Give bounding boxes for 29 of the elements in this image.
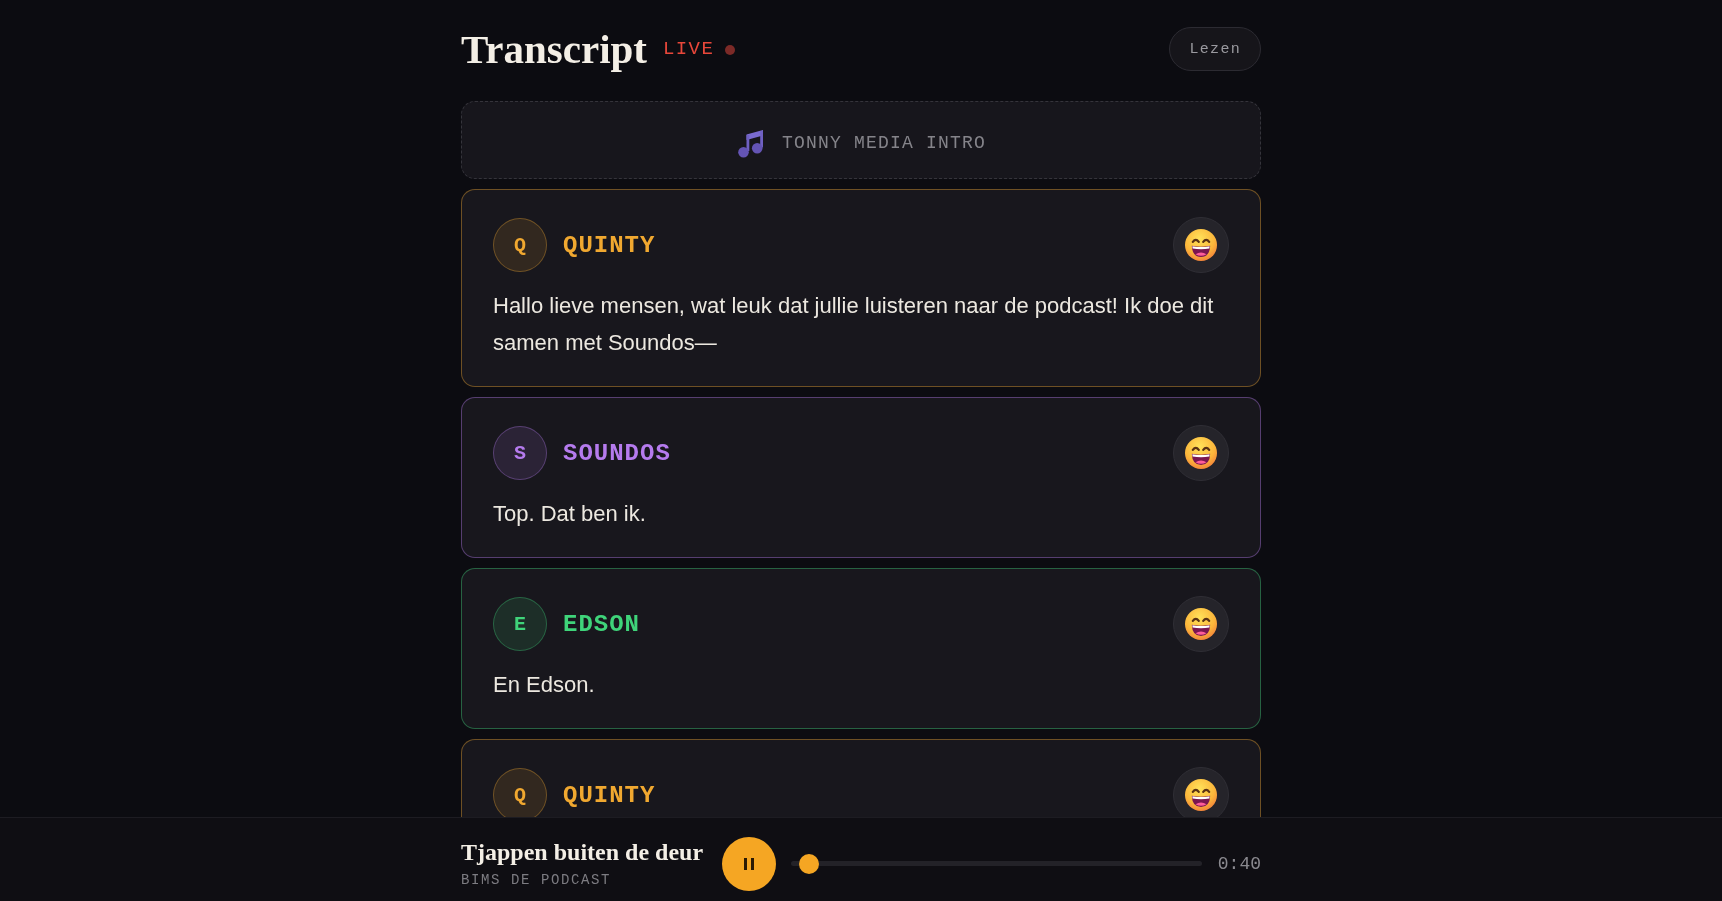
grinning-face-icon bbox=[1185, 608, 1217, 640]
grinning-face-icon bbox=[1185, 437, 1217, 469]
speaker-name: EDSON bbox=[563, 610, 640, 638]
music-note-icon bbox=[736, 128, 766, 158]
transcript-text: Top. Dat ben ik. bbox=[493, 500, 647, 528]
read-button[interactable]: Lezen bbox=[1169, 27, 1261, 71]
grinning-face-icon bbox=[1185, 779, 1217, 811]
pause-icon bbox=[744, 857, 755, 870]
speaker-avatar: E bbox=[493, 597, 547, 651]
speaker-name: QUINTY bbox=[563, 231, 656, 259]
page-title: Transcript bbox=[461, 25, 647, 74]
speaker-avatar: Q bbox=[493, 218, 547, 272]
transcript-text: En Edson. bbox=[493, 671, 596, 699]
reaction-button[interactable] bbox=[1173, 425, 1229, 481]
grinning-face-icon bbox=[1185, 229, 1217, 261]
live-label: LIVE bbox=[663, 37, 715, 61]
episode-title: Tjappen buiten de deur bbox=[461, 838, 704, 865]
speaker-avatar: S bbox=[493, 426, 547, 480]
progress-thumb[interactable] bbox=[799, 853, 820, 874]
live-dot-icon bbox=[725, 45, 736, 55]
intro-label: TONNY MEDIA INTRO bbox=[782, 133, 986, 153]
speaker-name: QUINTY bbox=[563, 781, 656, 809]
reaction-button[interactable] bbox=[1173, 767, 1229, 817]
speaker-name: SOUNDOS bbox=[563, 439, 671, 467]
elapsed-time: 0:40 bbox=[1217, 853, 1261, 874]
reaction-button[interactable] bbox=[1173, 596, 1229, 652]
podcast-name: BIMS DE PODCAST bbox=[461, 870, 613, 889]
reaction-button[interactable] bbox=[1173, 217, 1229, 273]
transcript-text: Hallo lieve mensen, wat leuk dat jullie luisteren naar de podcast! Ik doe dit samen met Soundos— bbox=[493, 292, 1215, 357]
